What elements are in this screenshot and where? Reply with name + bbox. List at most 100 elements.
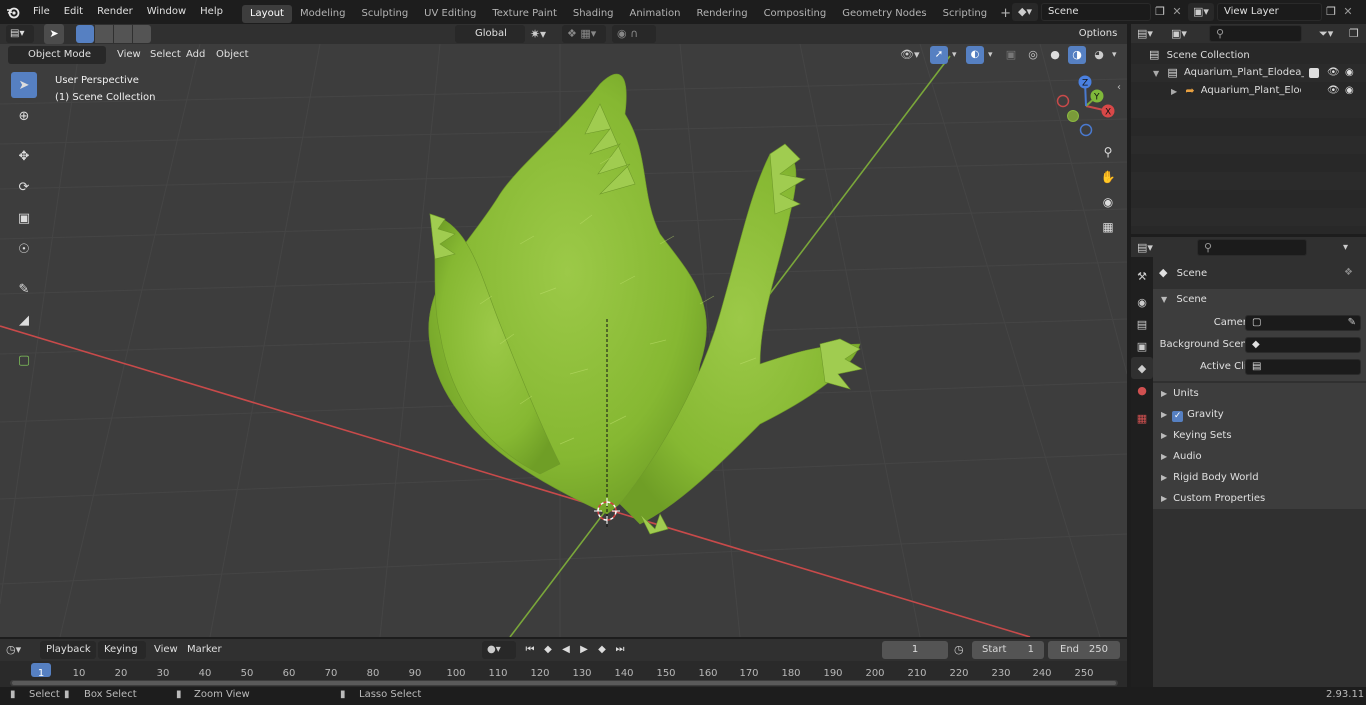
menu-help[interactable]: Help (193, 0, 230, 24)
pan-hand-icon[interactable]: ✋ (1097, 166, 1119, 188)
tab-shading[interactable]: Shading (565, 5, 622, 23)
pin-icon[interactable]: ❖ (1344, 263, 1353, 283)
camera-view-icon[interactable]: ◉ (1097, 191, 1119, 213)
view-layer-icon[interactable]: ▣▾ (1188, 3, 1214, 21)
current-frame-field[interactable]: 1 (882, 641, 948, 659)
move-tool-icon[interactable]: ✥ (11, 143, 37, 169)
panel-expand-icon[interactable]: ▶ (1161, 410, 1167, 419)
viewport-menu-object[interactable]: Object (210, 46, 255, 64)
playback-menu[interactable]: Playback (40, 641, 96, 659)
select-extend-icon[interactable] (95, 25, 113, 43)
menu-file[interactable]: File (26, 0, 57, 24)
exclude-checkbox[interactable] (1309, 68, 1319, 78)
visibility-eye-icon[interactable]: 👁 (1327, 82, 1340, 100)
expand-arrow-icon[interactable]: ▼ (1153, 69, 1159, 78)
select-new-icon[interactable] (76, 25, 94, 43)
view-layer-close-icon[interactable]: ✕ (1340, 3, 1356, 21)
rigid-body-world-panel[interactable]: ▶ Rigid Body World (1153, 467, 1366, 488)
rotate-tool-icon[interactable]: ⟳ (11, 174, 37, 200)
overlay-dropdown-icon[interactable]: ▾ (988, 46, 998, 64)
keying-menu[interactable]: Keying (98, 641, 146, 659)
outliner-scene-collection[interactable]: ▤ Scene Collection (1131, 46, 1366, 64)
panel-expand-icon[interactable]: ▶ (1161, 452, 1167, 461)
overlay-toggle-icon[interactable]: ◐ (966, 46, 984, 64)
panel-expand-icon[interactable]: ▶ (1161, 389, 1167, 398)
measure-tool-icon[interactable]: ◢ (11, 307, 37, 333)
outliner-filter-icon[interactable]: ⏷▾ (1319, 25, 1345, 42)
outliner-search-field[interactable]: ⚲ (1209, 25, 1302, 42)
render-tab-icon[interactable]: ◉ (1131, 291, 1153, 313)
new-collection-icon[interactable]: ❐ (1349, 25, 1365, 42)
start-frame-field[interactable]: Start 1 (972, 641, 1044, 659)
outliner-item[interactable]: ▶ ➦ Aquarium_Plant_Elodea_ 👁 ◉ (1131, 82, 1366, 100)
outliner-item[interactable]: ▼ ▤ Aquarium_Plant_Elodea_Your 👁 ◉ (1131, 64, 1366, 82)
properties-editor-type-icon[interactable]: ▤▾ (1137, 239, 1163, 256)
outliner-editor-type-icon[interactable]: ▤▾ (1137, 25, 1163, 42)
background-scene-field[interactable]: ◆ (1245, 337, 1361, 353)
material-shading-icon[interactable]: ◑ (1068, 46, 1086, 64)
gizmo-dropdown-icon[interactable]: ▾ (952, 46, 962, 64)
select-subtract-icon[interactable] (114, 25, 132, 43)
panel-collapse-icon[interactable]: ▼ (1161, 295, 1167, 304)
eyedropper-icon[interactable]: ✎ (1348, 316, 1356, 330)
tab-uv-editing[interactable]: UV Editing (416, 5, 484, 23)
view-layer-field[interactable]: View Layer (1217, 3, 1322, 21)
viewport-menu-add[interactable]: Add (180, 46, 211, 64)
proportional-edit-icon[interactable]: ◉ ∩ (612, 25, 656, 43)
preview-range-icon[interactable]: ◷ (954, 641, 970, 659)
xray-icon[interactable]: ▣ (1002, 46, 1020, 64)
menu-window[interactable]: Window (140, 0, 193, 24)
scene-icon[interactable]: ◆▾ (1012, 3, 1038, 21)
jump-end-icon[interactable]: ⏭ (612, 641, 628, 659)
3d-viewport[interactable]: User Perspective (1) Scene Collection ➤ … (0, 44, 1127, 637)
tab-animation[interactable]: Animation (622, 5, 689, 23)
play-icon[interactable]: ▶ (576, 641, 592, 659)
viewport-menu-view[interactable]: View (111, 46, 147, 64)
scene-tab-icon[interactable]: ◆ (1131, 357, 1153, 379)
blender-logo-icon[interactable] (0, 0, 26, 24)
gravity-checkbox[interactable]: ✓ (1172, 411, 1184, 422)
timeline-editor-type-icon[interactable]: ◷▾ (6, 641, 36, 659)
snap-icon[interactable]: ❖ ▦▾ (562, 25, 606, 43)
scene-panel-header[interactable]: ▼ Scene (1153, 289, 1366, 310)
transform-tool-icon[interactable]: ☉ (11, 236, 37, 262)
options-button[interactable]: Options (1070, 25, 1126, 43)
gizmo-toggle-icon[interactable]: ➚ (930, 46, 948, 64)
camera-field[interactable]: ▢ ✎ (1245, 315, 1361, 331)
scene-name-field[interactable]: Scene (1041, 3, 1151, 21)
shading-dropdown-icon[interactable]: ▾ (1112, 46, 1122, 64)
tab-rendering[interactable]: Rendering (688, 5, 755, 23)
properties-options-icon[interactable]: ▾ (1343, 239, 1361, 256)
cursor-tool-icon[interactable]: ⊕ (11, 103, 37, 129)
custom-properties-panel[interactable]: ▶ Custom Properties (1153, 488, 1366, 509)
output-tab-icon[interactable]: ▤ (1131, 313, 1153, 335)
world-tab-icon[interactable]: ● (1131, 379, 1153, 401)
perspective-toggle-icon[interactable]: ▦ (1097, 216, 1119, 238)
gravity-panel[interactable]: ▶ ✓ Gravity (1153, 404, 1366, 425)
navigation-gizmo[interactable]: X Y Z (1050, 74, 1120, 139)
scene-close-icon[interactable]: ✕ (1169, 3, 1185, 21)
end-frame-field[interactable]: End 250 (1048, 641, 1120, 659)
tab-scripting[interactable]: Scripting (935, 5, 995, 23)
tab-texture-paint[interactable]: Texture Paint (484, 5, 565, 23)
tab-layout[interactable]: Layout (241, 4, 292, 23)
zoom-icon[interactable]: ⚲ (1097, 141, 1119, 163)
render-camera-icon[interactable]: ◉ (1345, 82, 1354, 100)
audio-panel[interactable]: ▶ Audio (1153, 446, 1366, 467)
pivot-point-icon[interactable]: ✷▾ (530, 25, 558, 43)
timeline-menu-view[interactable]: View (148, 641, 184, 659)
transform-orientation-dropdown[interactable]: Global (455, 25, 525, 43)
expand-arrow-icon[interactable]: ▶ (1171, 87, 1177, 96)
properties-search-field[interactable]: ⚲ (1197, 239, 1307, 256)
keying-sets-panel[interactable]: ▶ Keying Sets (1153, 425, 1366, 446)
timeline-menu-marker[interactable]: Marker (181, 641, 228, 659)
tab-modeling[interactable]: Modeling (292, 5, 354, 23)
annotate-tool-icon[interactable]: ✎ (11, 276, 37, 302)
scene-copy-icon[interactable]: ❐ (1151, 3, 1169, 21)
tab-geometry-nodes[interactable]: Geometry Nodes (834, 5, 934, 23)
play-reverse-icon[interactable]: ◀ (558, 641, 574, 659)
wireframe-shading-icon[interactable]: ◎ (1024, 46, 1042, 64)
view-layer-tab-icon[interactable]: ▣ (1131, 335, 1153, 357)
panel-expand-icon[interactable]: ▶ (1161, 431, 1167, 440)
panel-expand-icon[interactable]: ▶ (1161, 473, 1167, 482)
